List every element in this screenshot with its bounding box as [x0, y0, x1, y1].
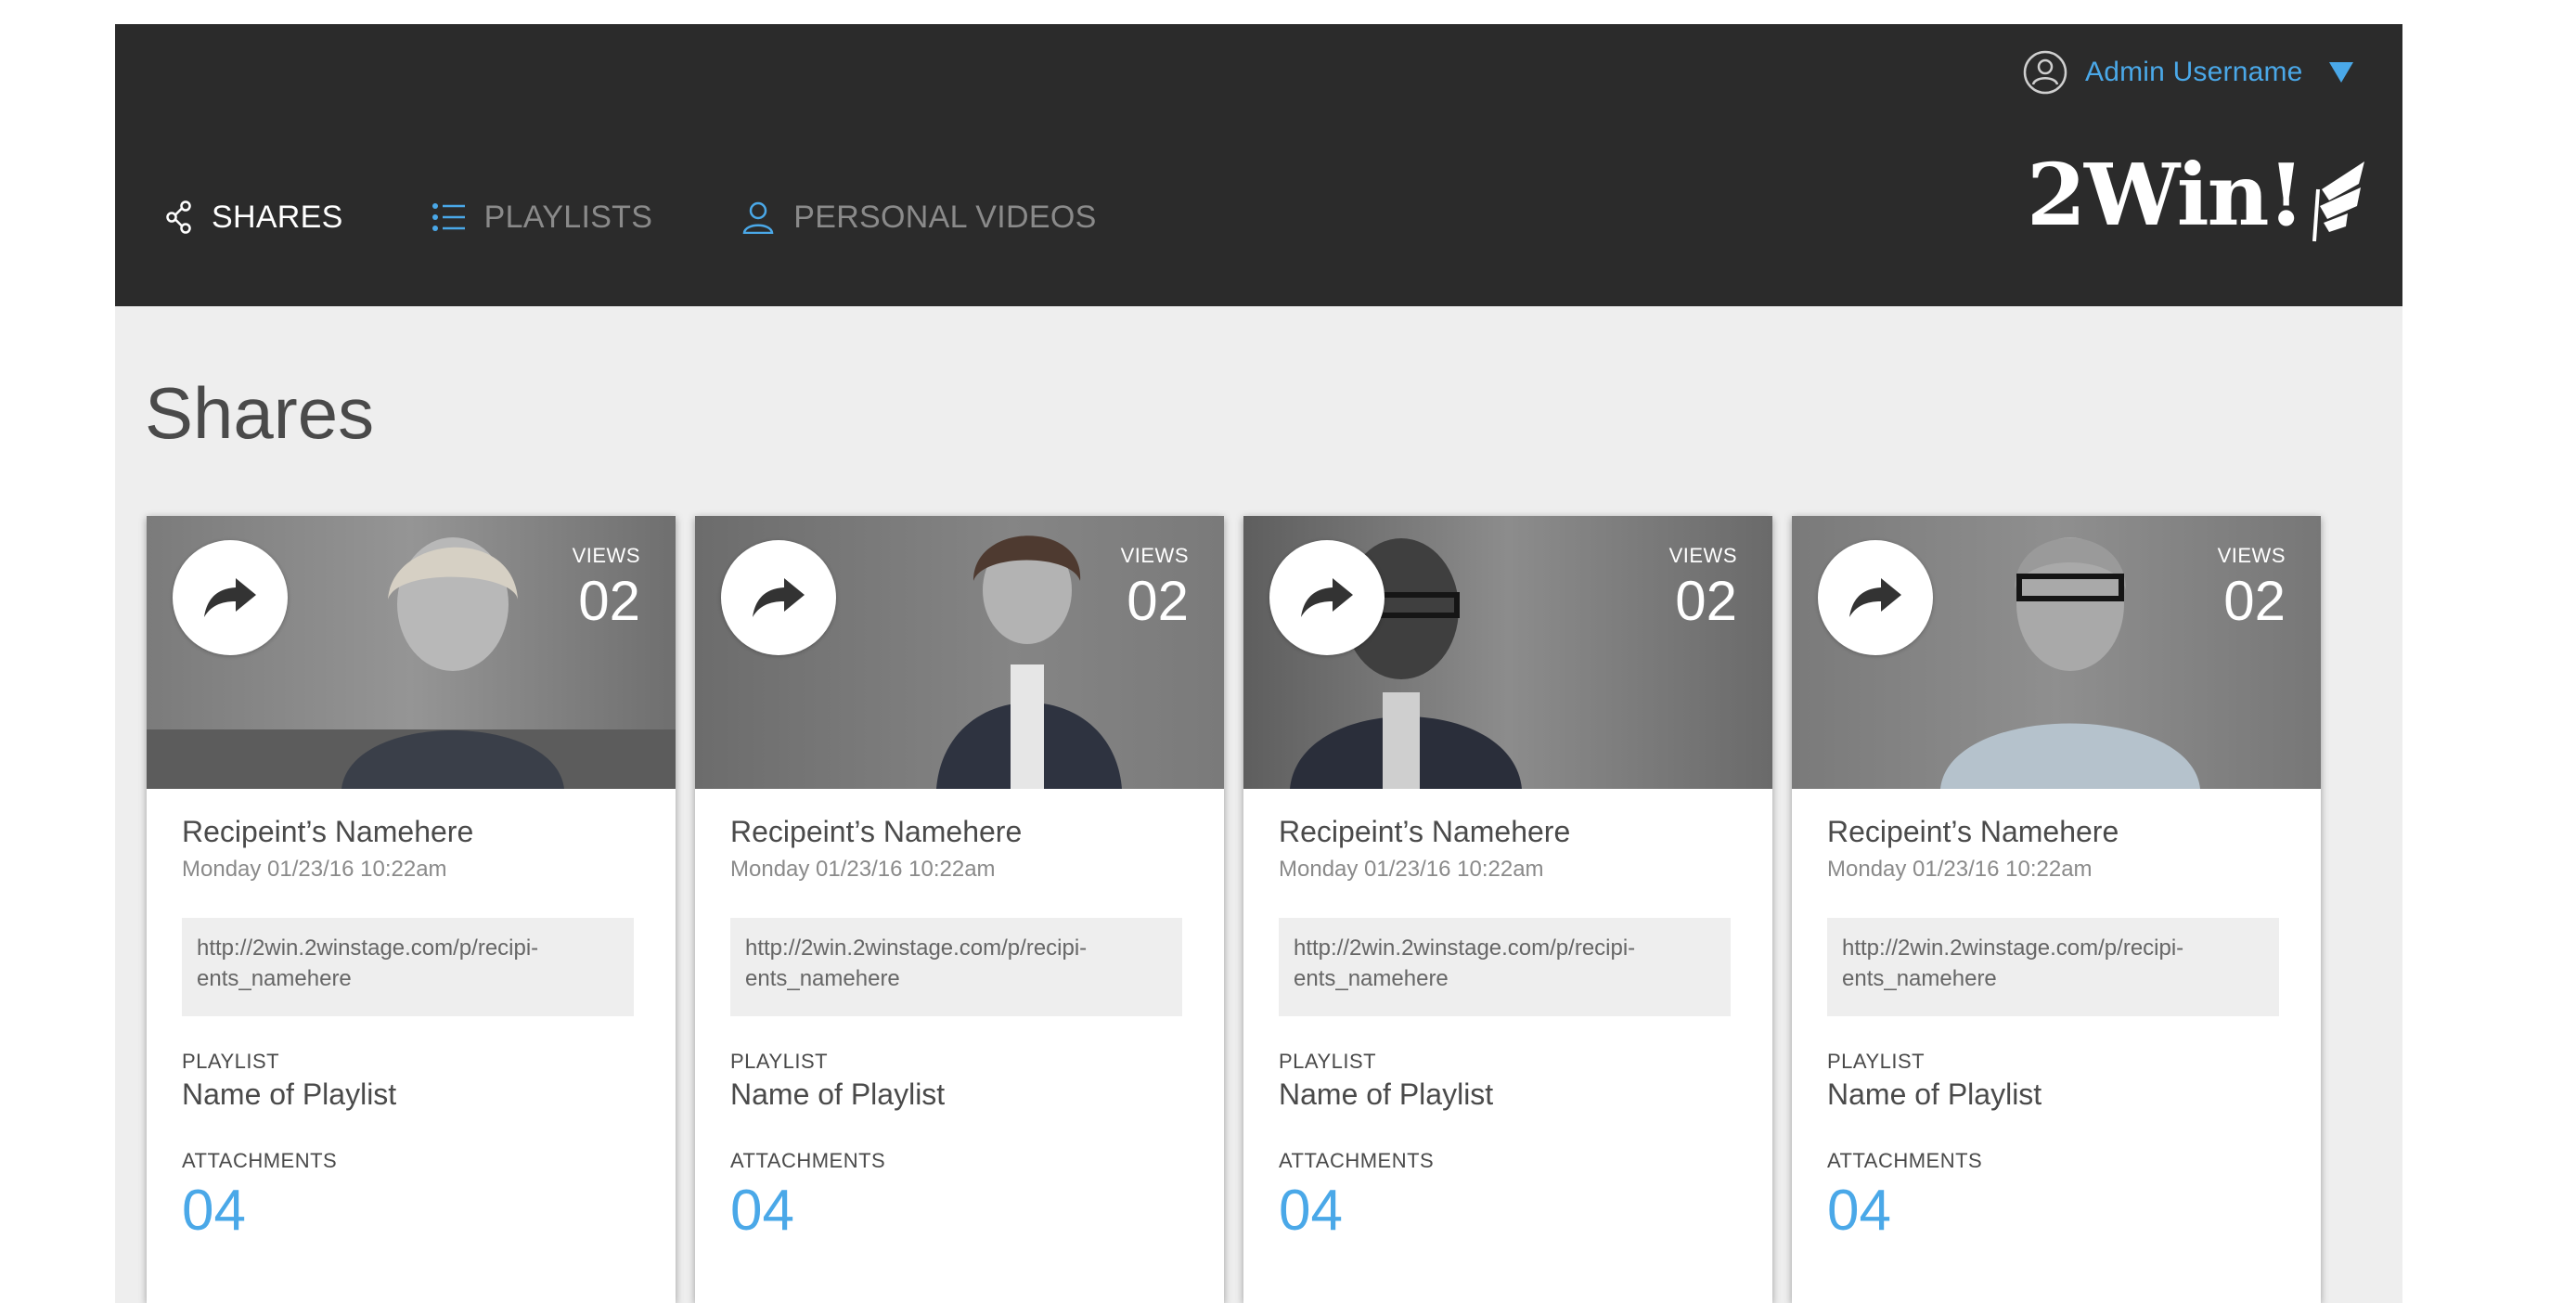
app-window: Admin Username SHARES PLAYLISTS PERSONAL…	[115, 24, 2402, 1303]
share-card[interactable]: VIEWS 02 Recipeint’s Namehere Monday 01/…	[1243, 516, 1772, 1303]
share-button[interactable]	[721, 540, 836, 655]
share-arrow-icon	[1849, 578, 1901, 617]
video-thumbnail[interactable]: VIEWS 02	[695, 516, 1224, 789]
share-date: Monday 01/23/16 10:22am	[730, 857, 996, 882]
list-icon	[431, 202, 466, 232]
shares-card-list: VIEWS 02 Recipeint’s Namehere Monday 01/…	[147, 516, 2321, 1303]
share-link-line-2: ents_namehere	[1294, 966, 1449, 991]
playlist-label: PLAYLIST	[1827, 1050, 1926, 1073]
attachments-count[interactable]: 04	[182, 1182, 640, 1240]
user-avatar-icon	[2022, 49, 2068, 96]
playlist-label: PLAYLIST	[1279, 1050, 1377, 1073]
share-date: Monday 01/23/16 10:22am	[1279, 857, 1544, 882]
share-card[interactable]: VIEWS 02 Recipeint’s Namehere Monday 01/…	[695, 516, 1224, 1303]
main-nav: SHARES PLAYLISTS PERSONAL VIDEOS	[165, 191, 1186, 243]
attachments-count[interactable]: 04	[1279, 1182, 1737, 1240]
logo-flag-icon	[2303, 152, 2368, 250]
share-arrow-icon	[753, 578, 805, 617]
attachments-label: ATTACHMENTS	[1279, 1149, 1435, 1172]
views-counter: VIEWS 02	[1121, 544, 1189, 629]
share-link-line-2: ents_namehere	[745, 966, 900, 991]
dropdown-caret-icon	[2328, 62, 2353, 83]
playlist-label: PLAYLIST	[730, 1050, 829, 1073]
brand-logo[interactable]: 2Win!	[2027, 152, 2368, 273]
top-header: Admin Username SHARES PLAYLISTS PERSONAL…	[115, 24, 2402, 306]
share-button[interactable]	[173, 540, 288, 655]
attachments-count[interactable]: 04	[1827, 1182, 2286, 1240]
video-thumbnail[interactable]: VIEWS 02	[147, 516, 676, 789]
share-link-line-1: http://2win.2winstage.com/p/recipi-	[1842, 935, 2184, 961]
views-value: 02	[2223, 570, 2286, 632]
card-body: Recipeint’s Namehere Monday 01/23/16 10:…	[1243, 789, 1772, 1240]
share-link-line-1: http://2win.2winstage.com/p/recipi-	[1294, 935, 1636, 961]
share-link-line-2: ents_namehere	[1842, 966, 1997, 991]
share-card[interactable]: VIEWS 02 Recipeint’s Namehere Monday 01/…	[147, 516, 676, 1303]
views-counter: VIEWS 02	[573, 544, 640, 629]
views-value: 02	[1127, 570, 1189, 632]
card-body: Recipeint’s Namehere Monday 01/23/16 10:…	[1792, 789, 2321, 1240]
person-icon	[741, 200, 775, 234]
share-card[interactable]: VIEWS 02 Recipeint’s Namehere Monday 01/…	[1792, 516, 2321, 1303]
nav-personal-videos-label: PERSONAL VIDEOS	[793, 199, 1097, 235]
share-date: Monday 01/23/16 10:22am	[1827, 857, 2093, 882]
logo-text: 2Win!	[2027, 145, 2305, 245]
video-thumbnail[interactable]: VIEWS 02	[1792, 516, 2321, 789]
recipient-name: Recipeint’s Namehere	[730, 815, 1023, 848]
share-date: Monday 01/23/16 10:22am	[182, 857, 447, 882]
share-link-line-1: http://2win.2winstage.com/p/recipi-	[745, 935, 1088, 961]
playlist-name: Name of Playlist	[1827, 1077, 2042, 1111]
share-button[interactable]	[1269, 540, 1385, 655]
playlist-name: Name of Playlist	[182, 1077, 397, 1111]
views-value: 02	[578, 570, 640, 632]
share-link-field[interactable]: http://2win.2winstage.com/p/recipi- ents…	[1827, 918, 2279, 1016]
recipient-name: Recipeint’s Namehere	[182, 815, 474, 848]
card-body: Recipeint’s Namehere Monday 01/23/16 10:…	[147, 789, 676, 1240]
share-link-line-2: ents_namehere	[197, 966, 352, 991]
playlist-name: Name of Playlist	[1279, 1077, 1494, 1111]
recipient-name: Recipeint’s Namehere	[1279, 815, 1571, 848]
share-link-field[interactable]: http://2win.2winstage.com/p/recipi- ents…	[182, 918, 634, 1016]
user-name: Admin Username	[2085, 57, 2303, 87]
share-icon	[165, 200, 193, 234]
views-counter: VIEWS 02	[2218, 544, 2286, 629]
attachments-label: ATTACHMENTS	[730, 1149, 886, 1172]
card-body: Recipeint’s Namehere Monday 01/23/16 10:…	[695, 789, 1224, 1240]
nav-shares[interactable]: SHARES	[165, 200, 343, 236]
page-title: Shares	[145, 372, 375, 454]
share-button[interactable]	[1818, 540, 1933, 655]
recipient-name: Recipeint’s Namehere	[1827, 815, 2119, 848]
nav-playlists-label: PLAYLISTS	[483, 199, 653, 235]
views-counter: VIEWS 02	[1669, 544, 1737, 629]
views-label: VIEWS	[2217, 544, 2286, 567]
video-thumbnail[interactable]: VIEWS 02	[1243, 516, 1772, 789]
attachments-count[interactable]: 04	[730, 1182, 1189, 1240]
share-arrow-icon	[1301, 578, 1353, 617]
views-label: VIEWS	[1668, 544, 1737, 567]
playlist-label: PLAYLIST	[182, 1050, 280, 1073]
share-link-field[interactable]: http://2win.2winstage.com/p/recipi- ents…	[730, 918, 1182, 1016]
attachments-label: ATTACHMENTS	[182, 1149, 338, 1172]
nav-personal-videos[interactable]: PERSONAL VIDEOS	[741, 200, 1096, 236]
playlist-name: Name of Playlist	[730, 1077, 946, 1111]
views-value: 02	[1675, 570, 1737, 632]
attachments-label: ATTACHMENTS	[1827, 1149, 1983, 1172]
views-label: VIEWS	[1120, 544, 1189, 567]
nav-playlists[interactable]: PLAYLISTS	[431, 199, 653, 236]
share-link-line-1: http://2win.2winstage.com/p/recipi-	[197, 935, 539, 961]
share-arrow-icon	[204, 578, 256, 617]
share-link-field[interactable]: http://2win.2winstage.com/p/recipi- ents…	[1279, 918, 1731, 1016]
views-label: VIEWS	[572, 544, 640, 567]
nav-shares-label: SHARES	[212, 199, 343, 235]
user-menu[interactable]: Admin Username	[2022, 46, 2353, 98]
